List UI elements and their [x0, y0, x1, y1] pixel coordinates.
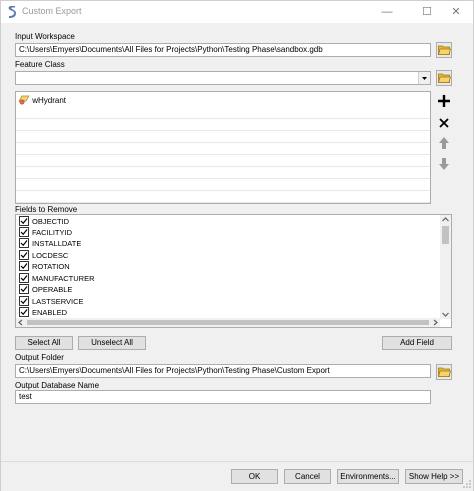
check-icon — [20, 252, 28, 259]
select-all-button[interactable]: Select All — [15, 336, 73, 350]
field-name: MANUFACTURER — [32, 274, 95, 283]
list-grid — [16, 107, 430, 203]
vertical-scrollbar[interactable] — [440, 215, 451, 319]
output-folder-label: Output Folder — [15, 353, 64, 362]
field-row-manufacturer[interactable]: MANUFACTURER — [19, 273, 95, 284]
environments-button[interactable]: Environments... — [337, 469, 399, 484]
scrollbar-thumb[interactable] — [27, 320, 429, 325]
scroll-right-arrow-icon[interactable] — [431, 318, 440, 327]
check-icon — [20, 263, 28, 270]
output-folder-browse-button[interactable] — [436, 364, 452, 380]
field-row-lastservice[interactable]: LASTSERVICE — [19, 296, 84, 307]
field-name: LOCDESC — [32, 251, 69, 260]
open-folder-icon — [438, 45, 451, 55]
feature-class-label: Feature Class — [15, 60, 65, 69]
field-name: LASTSERVICE — [32, 297, 84, 306]
ok-button[interactable]: OK — [231, 469, 278, 484]
input-workspace-label: Input Workspace — [15, 32, 75, 41]
field-name: ROTATION — [32, 262, 70, 271]
check-icon — [20, 286, 28, 293]
remove-button[interactable] — [436, 115, 452, 131]
field-row-locdesc[interactable]: LOCDESC — [19, 250, 68, 261]
field-row-rotation[interactable]: ROTATION — [19, 261, 70, 272]
plus-icon — [438, 95, 450, 107]
feature-class-dropdown[interactable] — [15, 71, 431, 85]
checkbox-checked[interactable] — [19, 227, 29, 238]
add-button[interactable] — [436, 93, 452, 109]
cancel-button[interactable]: Cancel — [284, 469, 331, 484]
field-name: INSTALLDATE — [32, 239, 82, 248]
unselect-all-button[interactable]: Unselect All — [78, 336, 146, 350]
field-name: OBJECTID — [32, 217, 70, 226]
minimize-button[interactable]: — — [370, 1, 404, 23]
feature-class-browse-button[interactable] — [436, 70, 452, 86]
input-workspace-field[interactable]: C:\Users\Emyers\Documents\All Files for … — [15, 43, 431, 57]
checkbox-checked[interactable] — [19, 250, 29, 261]
field-row-facilityid[interactable]: FACILITYID — [19, 227, 72, 238]
field-name: OPERABLE — [32, 285, 73, 294]
fields-to-remove-label: Fields to Remove — [15, 205, 78, 214]
checkbox-checked[interactable] — [19, 238, 29, 249]
check-icon — [20, 229, 28, 236]
field-row-enabled[interactable]: ENABLED — [19, 307, 67, 318]
scroll-up-arrow-icon[interactable] — [440, 215, 451, 224]
custom-export-dialog: Custom Export — ☐ ✕ Input Workspace C:\U… — [0, 0, 474, 491]
field-name: FACILITYID — [32, 228, 73, 237]
field-name: ENABLED — [32, 308, 68, 317]
close-icon — [439, 118, 449, 128]
checkbox-checked[interactable] — [19, 307, 29, 318]
fields-to-remove-list[interactable]: OBJECTID FACILITYID INSTALLDATE LOCDESC … — [15, 214, 452, 328]
check-icon — [20, 309, 28, 316]
feature-class-list[interactable]: wHydrant — [15, 91, 431, 204]
field-row-operable[interactable]: OPERABLE — [19, 284, 72, 295]
resize-grip-icon[interactable] — [463, 480, 471, 488]
move-up-button[interactable] — [436, 135, 452, 151]
point-feature-class-icon — [18, 95, 30, 105]
output-database-name-label: Output Database Name — [15, 381, 100, 390]
output-folder-field[interactable]: C:\Users\Emyers\Documents\All Files for … — [15, 364, 431, 378]
open-folder-icon — [438, 367, 451, 377]
move-down-button[interactable] — [436, 156, 452, 172]
python-script-icon — [8, 6, 16, 18]
open-folder-icon — [438, 73, 451, 83]
checkbox-checked[interactable] — [19, 216, 29, 227]
check-icon — [20, 240, 28, 247]
field-row-installdate[interactable]: INSTALLDATE — [19, 238, 81, 249]
show-help-button[interactable]: Show Help >> — [405, 469, 463, 484]
check-icon — [20, 298, 28, 305]
scroll-left-arrow-icon[interactable] — [16, 318, 25, 327]
checkbox-checked[interactable] — [19, 284, 29, 295]
output-database-name-field[interactable]: test — [15, 390, 431, 404]
window-title: Custom Export — [22, 6, 82, 16]
horizontal-scrollbar[interactable] — [16, 318, 440, 327]
check-icon — [20, 218, 28, 225]
list-item[interactable]: wHydrant — [18, 95, 66, 106]
input-workspace-browse-button[interactable] — [436, 42, 452, 58]
list-item-label: wHydrant — [32, 96, 67, 105]
add-field-button[interactable]: Add Field — [382, 336, 452, 350]
arrow-up-icon — [439, 137, 449, 149]
check-icon — [20, 275, 28, 282]
field-row-objectid[interactable]: OBJECTID — [19, 216, 69, 227]
close-button[interactable]: ✕ — [439, 1, 473, 23]
arrow-down-icon — [439, 158, 449, 170]
dropdown-arrow-button[interactable] — [418, 72, 430, 84]
chevron-down-icon — [422, 77, 427, 80]
scroll-down-arrow-icon[interactable] — [440, 310, 451, 319]
checkbox-checked[interactable] — [19, 296, 29, 307]
checkbox-checked[interactable] — [19, 273, 29, 284]
scrollbar-thumb[interactable] — [442, 226, 449, 244]
title-bar: Custom Export — ☐ ✕ — [1, 1, 473, 23]
checkbox-checked[interactable] — [19, 261, 29, 272]
